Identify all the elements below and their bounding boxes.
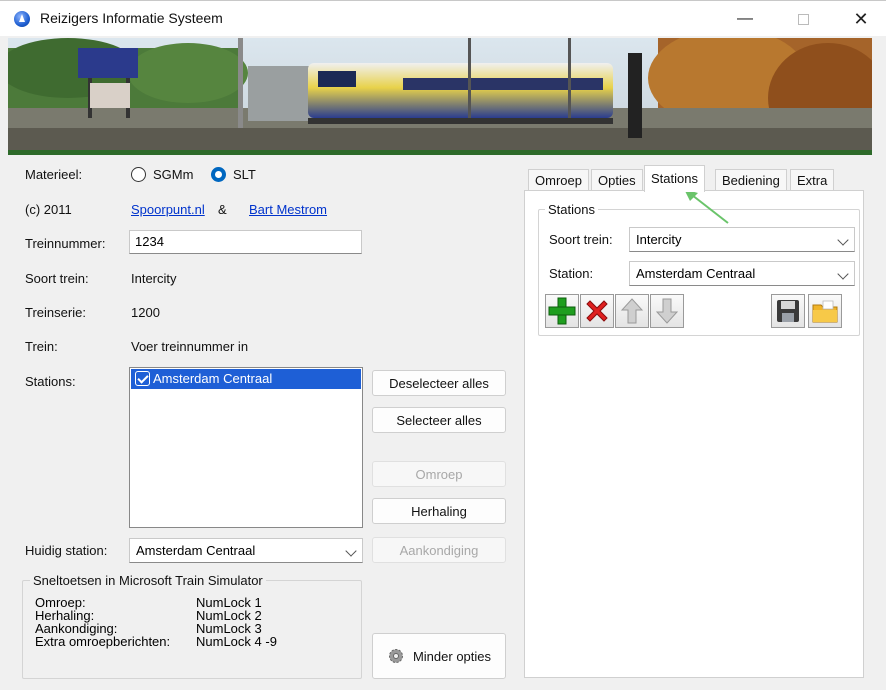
move-down-button[interactable] [650,294,684,328]
tab-soort-trein-select[interactable]: Intercity [629,227,855,252]
list-item[interactable]: Amsterdam Centraal [131,369,361,389]
checkbox-checked-icon[interactable] [135,371,150,386]
treinnummer-input[interactable]: 1234 [129,230,362,254]
chevron-down-icon [837,234,849,246]
title-bar: Reizigers Informatie Systeem — ✕ [0,0,886,36]
chevron-down-icon [837,268,849,280]
maximize-icon [797,13,809,25]
delete-icon [586,300,608,322]
banner-image [8,38,872,155]
tab-soort-trein-value: Intercity [636,232,682,247]
treinnummer-label: Treinnummer: [25,236,106,251]
shortcut-name: Extra omroepberichten: [35,634,171,649]
soort-trein-label: Soort trein: [25,271,89,286]
omroep-button[interactable]: Omroep [372,461,506,487]
select-all-button[interactable]: Selecteer alles [372,407,506,433]
ampersand-text: & [218,202,227,217]
stations-label: Stations: [25,374,76,389]
window-title: Reizigers Informatie Systeem [40,10,223,26]
chevron-down-icon [345,545,357,557]
spoorpunt-link[interactable]: Spoorpunt.nl [131,202,205,217]
stations-listbox[interactable]: Amsterdam Centraal [129,367,363,528]
list-item-label: Amsterdam Centraal [153,371,273,386]
delete-station-button[interactable] [580,294,614,328]
open-button[interactable] [808,294,842,328]
shortcut-key: NumLock 4 -9 [196,634,277,649]
radio-sgmm-label[interactable]: SGMm [153,167,193,182]
radio-sgmm[interactable] [131,167,146,182]
maximize-button[interactable] [780,1,826,37]
deselect-all-button[interactable]: Deselecteer alles [372,370,506,396]
tab-extra[interactable]: Extra [790,169,835,191]
copyright-text: (c) 2011 [25,202,72,217]
radio-slt-label[interactable]: SLT [233,167,256,182]
minder-opties-button[interactable]: Minder opties [372,633,506,679]
huidig-station-select[interactable]: Amsterdam Centraal [129,538,363,563]
shortcuts-title: Sneltoetsen in Microsoft Train Simulator [30,573,266,588]
minder-opties-label: Minder opties [412,648,492,664]
add-station-button[interactable] [545,294,579,328]
open-folder-icon [812,300,838,323]
tab-station-label: Station: [549,266,594,281]
tab-omroep[interactable]: Omroep [528,169,589,191]
materieel-label: Materieel: [25,167,83,182]
close-button[interactable]: ✕ [838,1,884,37]
app-icon [14,11,30,27]
arrow-up-icon [620,298,644,324]
treinserie-label: Treinserie: [25,305,86,320]
huidig-station-value: Amsterdam Centraal [136,543,256,558]
minimize-button[interactable]: — [722,1,768,37]
save-icon [777,300,799,322]
herhaling-button[interactable]: Herhaling [372,498,506,524]
bart-mestrom-link[interactable]: Bart Mestrom [249,202,327,217]
stations-group-title: Stations [545,202,598,217]
tab-station-select[interactable]: Amsterdam Centraal [629,261,855,286]
trein-label: Trein: [25,339,58,354]
soort-trein-value: Intercity [131,271,177,286]
save-button[interactable] [771,294,805,328]
tab-station-value: Amsterdam Centraal [636,266,756,281]
gear-icon [388,649,403,663]
tab-soort-trein-label: Soort trein: [549,232,613,247]
trein-value: Voer treinnummer in [131,339,249,354]
add-icon [548,297,576,325]
aankondiging-button[interactable]: Aankondiging [372,537,506,563]
move-up-button[interactable] [615,294,649,328]
stations-tab-page: Stations Soort trein: Intercity Station:… [524,190,864,678]
main-panel: Materieel: SGMm SLT (c) 2011 Spoorpunt.n… [8,155,872,682]
treinserie-value: 1200 [131,305,160,320]
arrow-down-icon [655,298,679,324]
radio-slt[interactable] [211,167,226,182]
huidig-station-label: Huidig station: [25,543,108,558]
tab-stations[interactable]: Stations [644,165,705,192]
tab-opties[interactable]: Opties [591,169,643,191]
